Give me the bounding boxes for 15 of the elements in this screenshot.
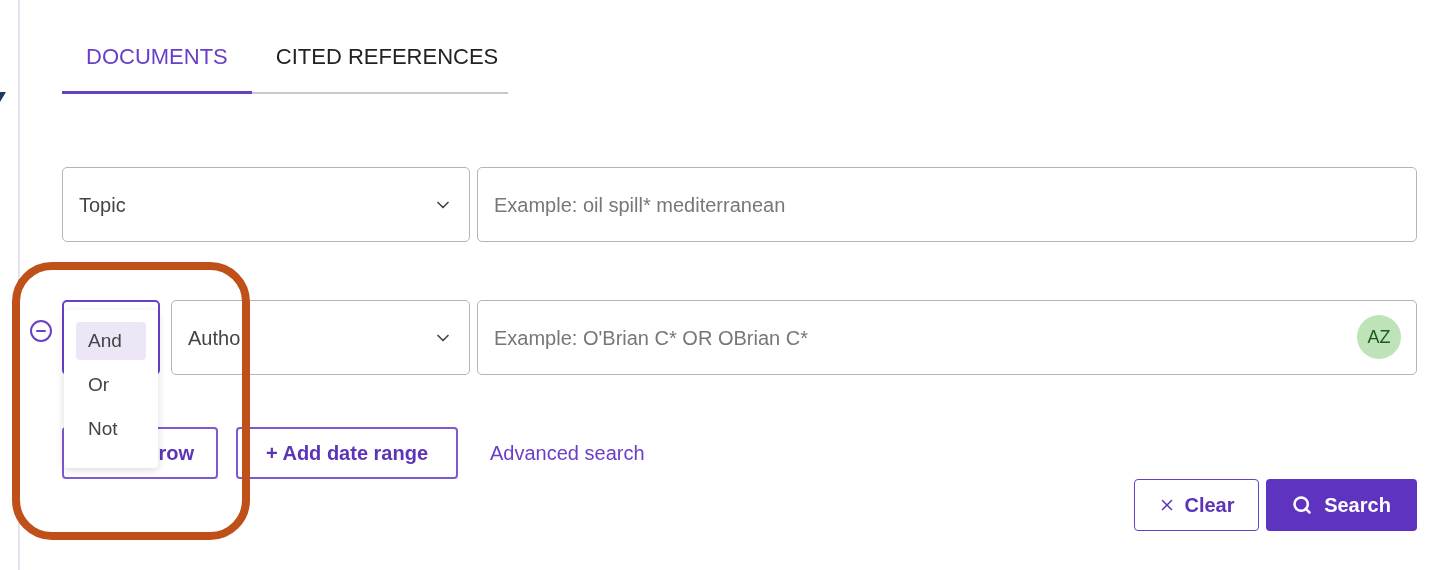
search-button[interactable]: Search: [1266, 479, 1417, 531]
field-select[interactable]: Autho: [171, 300, 470, 375]
tab[interactable]: CITED REFERENCES: [251, 40, 523, 94]
sort-badge[interactable]: AZ: [1357, 315, 1401, 359]
search-icon: [1292, 495, 1313, 515]
advanced-search-link[interactable]: Advanced search: [490, 438, 645, 468]
remove-row-icon[interactable]: [29, 319, 53, 343]
tab[interactable]: DOCUMENTS: [62, 40, 252, 94]
search-input[interactable]: Example: oil spill* mediterranean: [477, 167, 1417, 242]
clear-button[interactable]: Clear: [1134, 479, 1259, 531]
add-date-range-button[interactable]: + Add date range: [236, 427, 458, 479]
operator-option[interactable]: And: [76, 322, 146, 360]
field-select[interactable]: Topic: [62, 167, 470, 242]
triangle-icon: [0, 92, 6, 102]
operator-option[interactable]: Or: [76, 366, 146, 404]
